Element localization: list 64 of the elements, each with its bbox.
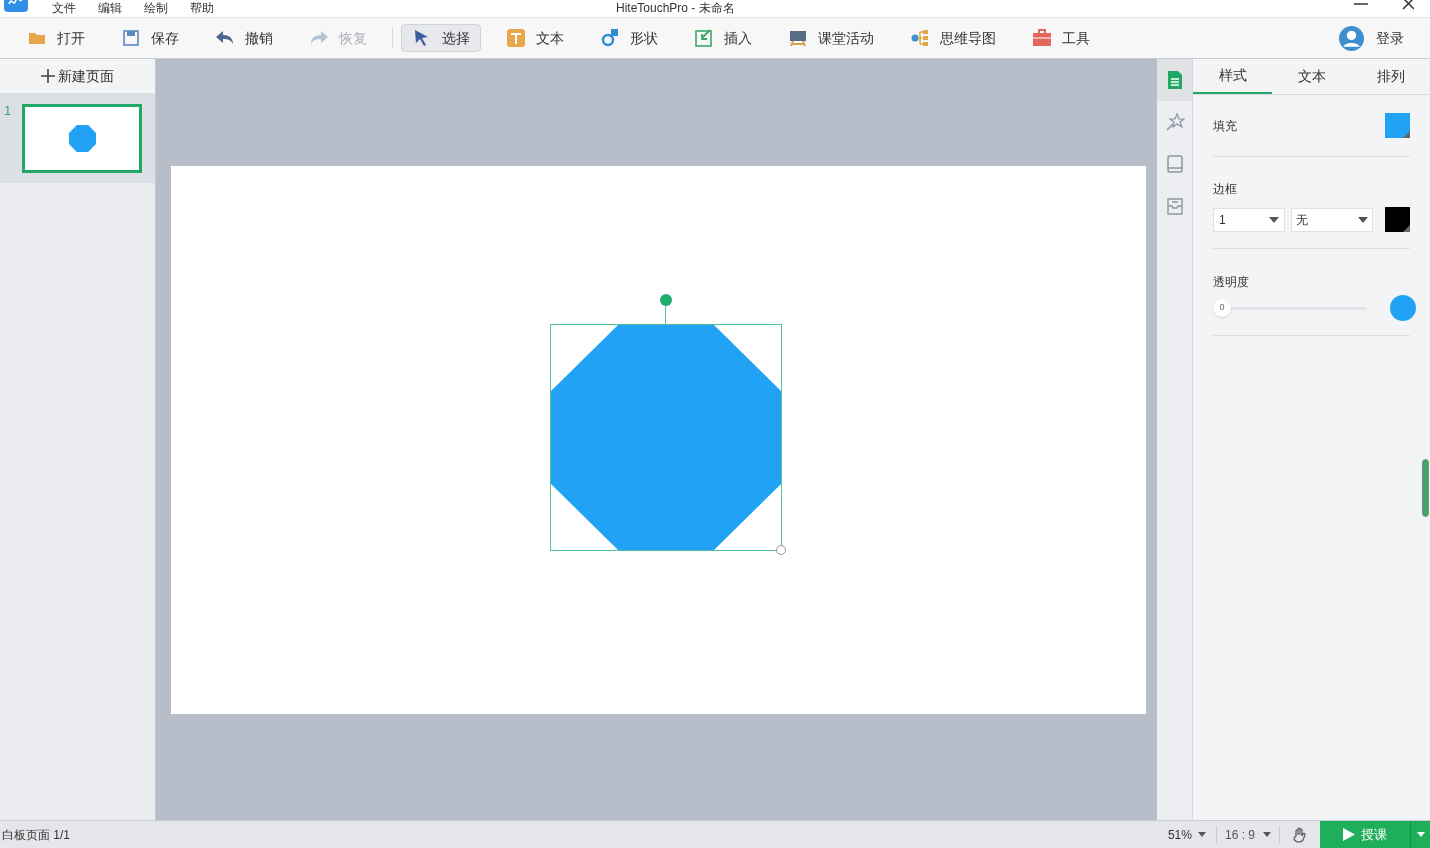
toolbar-button[interactable]: 形状 [589, 24, 669, 52]
inbox-icon [1164, 196, 1185, 216]
opacity-slider[interactable]: 0 [1213, 299, 1367, 317]
user-avatar-icon [1339, 25, 1364, 51]
zoom-dropdown[interactable]: 51% [1167, 825, 1217, 844]
save-icon [121, 28, 141, 48]
toolbar-button[interactable]: 打开 [16, 24, 96, 52]
selected-octagon[interactable] [549, 324, 782, 551]
octagon-thumbnail [68, 125, 96, 152]
hand-icon[interactable] [1292, 826, 1308, 843]
toolbar-button[interactable]: 思维导图 [899, 24, 1007, 52]
text-icon [506, 28, 526, 48]
fill-label: 填充 [1213, 117, 1237, 135]
border-width-dropdown[interactable]: 1 [1213, 207, 1285, 232]
toolbar-button[interactable]: 选择 [401, 24, 481, 52]
border-label: 边框 [1213, 181, 1238, 198]
toolbar-button[interactable]: 插入 [683, 24, 763, 52]
opacity-preview [1390, 295, 1416, 321]
shapes-icon [600, 28, 620, 48]
menu-item[interactable]: 编辑 [98, 1, 122, 15]
slide-canvas[interactable] [170, 166, 1146, 714]
rotate-handle[interactable] [659, 294, 672, 324]
menu-item[interactable]: 绘制 [144, 1, 168, 15]
login-button[interactable]: 登录 [1339, 25, 1404, 51]
caret-icon [1269, 216, 1279, 223]
aspect-ratio-dropdown[interactable]: 16 : 9 [1216, 825, 1280, 844]
border-color-swatch[interactable] [1385, 207, 1410, 232]
minimize-icon[interactable] [1354, 2, 1368, 6]
opacity-label: 透明度 [1213, 274, 1250, 291]
toolbar-button[interactable]: 撤销 [204, 24, 284, 52]
book-icon [1164, 154, 1185, 174]
teach-menu-button[interactable] [1410, 820, 1430, 848]
side-tab[interactable] [1157, 59, 1192, 101]
page-number: 1 [4, 104, 12, 117]
scrollbar[interactable] [1422, 459, 1429, 517]
easel-icon [788, 28, 808, 48]
caret-icon [1197, 832, 1206, 837]
caret-icon [1358, 216, 1368, 223]
caret-icon [1416, 832, 1425, 837]
page-status: 白板页面 1/1 [1, 826, 70, 844]
property-tab[interactable]: 样式 [1193, 59, 1272, 94]
close-icon[interactable] [1402, 0, 1414, 10]
toolbar-button[interactable]: 文本 [495, 24, 575, 52]
toolbox-icon [1032, 28, 1052, 48]
slider-thumb[interactable]: 0 [1213, 299, 1231, 317]
plus-icon [40, 69, 55, 83]
magic-wand-icon [1164, 112, 1185, 132]
toolbar-button[interactable]: 工具 [1021, 24, 1101, 52]
toolbar-button[interactable]: 保存 [110, 24, 190, 52]
border-style-dropdown[interactable]: 无 [1291, 207, 1373, 232]
page-thumbnail[interactable] [22, 104, 143, 173]
property-tab[interactable]: 文本 [1272, 59, 1351, 94]
toolbar-button[interactable]: 课堂活动 [777, 24, 885, 52]
mindmap-icon [910, 28, 930, 48]
insert-icon [694, 28, 714, 48]
property-tab[interactable]: 排列 [1351, 59, 1430, 94]
caret-icon [1263, 832, 1271, 837]
menu-item[interactable]: 帮助 [190, 1, 214, 15]
window-title: HiteTouchPro - 未命名 [616, 1, 735, 15]
menu-item[interactable]: 文件 [52, 1, 76, 15]
new-page-button[interactable]: 新建页面 [0, 59, 155, 94]
fill-color-swatch[interactable] [1385, 113, 1410, 138]
play-icon [1343, 828, 1355, 841]
resize-handle[interactable] [775, 545, 786, 555]
